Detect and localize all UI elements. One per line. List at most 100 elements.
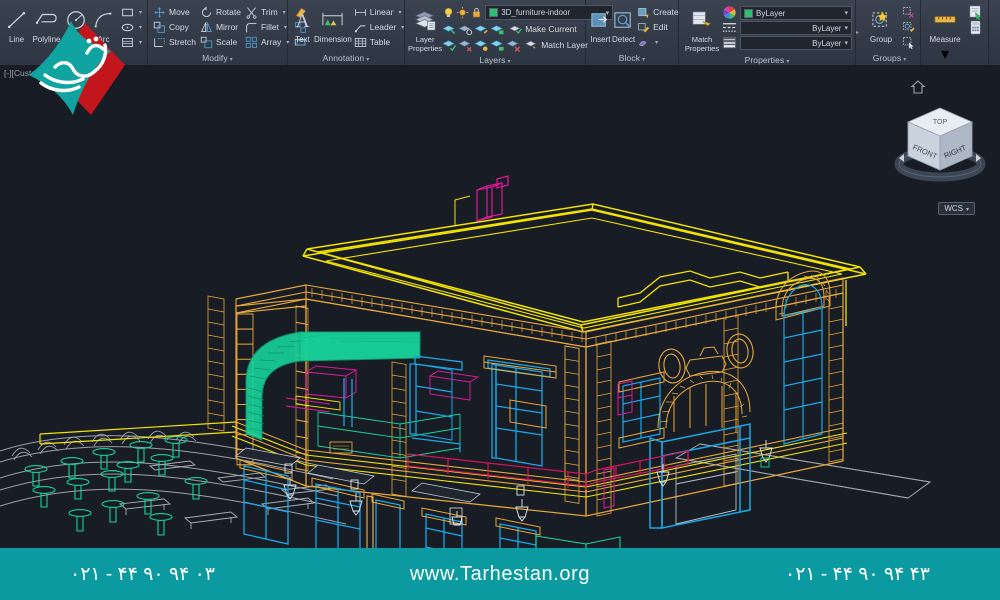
ribbon-panel-block: Insert Detect Create Edit ▾ Block ▾ <box>586 0 679 65</box>
block-editor-icon <box>639 40 647 46</box>
match-layer-icon <box>525 40 537 49</box>
layer-on-icon[interactable] <box>442 37 457 52</box>
layer-isolate-icon[interactable] <box>442 21 457 36</box>
group-select-button[interactable] <box>900 35 917 49</box>
chevron-down-icon[interactable]: ▾ <box>844 24 848 32</box>
object-color-dropdown[interactable]: ByLayer ▾ <box>740 6 852 20</box>
panel-title-block[interactable]: Block ▾ <box>589 51 675 65</box>
ribbon-panel-annotation: A Text Dimension Linear ▾ Leader ▾ Table… <box>288 0 405 65</box>
group-button[interactable]: Group <box>862 4 900 44</box>
layer-lock-icon[interactable] <box>490 21 505 36</box>
freeze-sun-icon[interactable] <box>456 6 469 19</box>
ground-storefronts-left <box>243 465 401 548</box>
scale-icon <box>200 36 213 48</box>
chevron-down-icon[interactable]: ▾ <box>903 57 906 63</box>
text-button[interactable]: A Text <box>291 4 314 44</box>
create-block-button[interactable]: Create <box>635 5 681 19</box>
panel-title-properties[interactable]: Properties ▾ <box>682 53 852 65</box>
panel-title-layers[interactable]: Layers ▾ <box>408 53 582 65</box>
detect-block-button[interactable]: Detect <box>612 4 635 44</box>
move-button[interactable]: Move <box>151 5 198 19</box>
table-button[interactable]: Table <box>352 35 406 49</box>
match-layer-button[interactable]: Match Layer <box>523 38 590 52</box>
insert-block-button[interactable]: Insert <box>589 4 612 44</box>
panel-title-modify[interactable]: Modify ▾ <box>151 51 284 65</box>
layer-state-icons[interactable] <box>442 6 483 19</box>
match-properties-icon <box>690 5 715 35</box>
chevron-down-icon[interactable]: ▾ <box>508 59 511 65</box>
layer-unlock-icon[interactable] <box>490 37 505 52</box>
leader-button[interactable]: Leader ▾ <box>352 20 406 34</box>
linetype-dropdown[interactable]: ByLayer ▾ <box>740 21 852 35</box>
chevron-down-icon[interactable]: ▾ <box>844 9 848 17</box>
copy-button[interactable]: Copy <box>151 20 198 34</box>
mirror-button[interactable]: Mirror <box>198 20 243 34</box>
layer-unisolate-icon[interactable] <box>458 21 473 36</box>
chevron-down-icon[interactable]: ▾ <box>786 59 789 65</box>
chevron-down-icon[interactable]: ▾ <box>366 57 369 63</box>
ribbon-panel-utilities: Measure ▾ Utilities▾ <box>921 0 990 65</box>
make-current-button[interactable]: Make Current <box>507 22 579 36</box>
fillet-icon <box>246 22 257 32</box>
quick-select-button[interactable] <box>966 5 985 20</box>
trim-icon <box>246 6 257 19</box>
linear-dim-dropdown-arrow[interactable]: ▾ <box>398 9 401 16</box>
interior-magenta-right <box>603 380 633 509</box>
quick-calc-icon <box>970 20 981 34</box>
mirror-icon <box>200 21 212 33</box>
rotate-button[interactable]: Rotate <box>198 5 243 19</box>
green-awning <box>245 331 421 441</box>
fillet-dropdown-arrow[interactable]: ▾ <box>284 24 287 31</box>
block-editor-dropdown-arrow[interactable]: ▾ <box>655 39 658 46</box>
layer-off-icon[interactable] <box>458 37 473 52</box>
color-wheel-icon[interactable] <box>722 5 737 20</box>
chevron-down-icon[interactable]: ▾ <box>230 57 233 63</box>
lineweight-icon[interactable] <box>722 35 737 50</box>
measure-button[interactable]: Measure ▾ <box>924 4 966 64</box>
linear-dimension-button[interactable]: Linear ▾ <box>352 5 406 19</box>
rectangle-dropdown-arrow[interactable]: ▾ <box>139 9 142 16</box>
linetype-icon[interactable] <box>722 20 737 35</box>
chevron-down-icon[interactable]: ▾ <box>642 57 645 63</box>
match-properties-button[interactable]: Match Properties <box>682 4 722 53</box>
drawing-canvas[interactable]: [-][Custom View] TOP FRONT RIGHT WCS▾ <box>0 66 1000 548</box>
ellipse-dropdown-arrow[interactable]: ▾ <box>139 24 142 31</box>
copy-icon <box>153 21 165 33</box>
group-edit-button[interactable] <box>900 20 917 34</box>
leader-dropdown-arrow[interactable]: ▾ <box>401 24 404 31</box>
trim-button[interactable]: Trim ▾ <box>243 5 291 19</box>
layer-tools-row1[interactable] <box>442 21 505 36</box>
insert-block-icon <box>589 5 612 35</box>
dimension-button[interactable]: Dimension <box>314 4 352 44</box>
panel-title-groups[interactable]: Groups ▾ <box>862 51 917 65</box>
layer-properties-button[interactable]: Layer Properties <box>408 4 442 53</box>
lineweight-dropdown[interactable]: ByLayer ▾ <box>740 36 852 50</box>
tarhestan-logo <box>29 21 125 115</box>
hatch-dropdown-arrow[interactable]: ▾ <box>139 39 142 46</box>
panel-title-annotation[interactable]: Annotation ▾ <box>291 51 401 65</box>
stretch-button[interactable]: Stretch <box>151 35 198 49</box>
paste-button[interactable]: Paste ▾ <box>992 4 1000 64</box>
panel-title-annotation-text: Annotation <box>322 53 365 63</box>
array-button[interactable]: Array ▾ <box>243 35 291 49</box>
scale-button[interactable]: Scale <box>198 35 243 49</box>
measure-dropdown-arrow[interactable]: ▾ <box>941 44 949 64</box>
lock-icon[interactable] <box>470 6 483 19</box>
make-current-label: Make Current <box>525 23 577 34</box>
ungroup-button[interactable] <box>900 5 917 19</box>
fillet-button[interactable]: Fillet ▾ <box>243 20 291 34</box>
array-label: Array <box>260 37 282 47</box>
footer-website-url[interactable]: www.Tarhestan.org <box>410 563 590 586</box>
layer-tools-row2[interactable] <box>442 37 521 52</box>
chevron-down-icon[interactable]: ▾ <box>844 39 848 47</box>
edit-block-button[interactable]: Edit <box>635 20 681 34</box>
block-editor-button[interactable]: ▾ <box>635 35 681 49</box>
layer-thaw-icon[interactable] <box>474 37 489 52</box>
quick-calc-button[interactable] <box>966 20 985 34</box>
layer-delete-icon[interactable] <box>506 37 521 52</box>
lightbulb-on-icon[interactable] <box>442 6 455 19</box>
group-label: Group <box>869 35 893 44</box>
layer-freeze-icon[interactable] <box>474 21 489 36</box>
right-upper-window-1 <box>622 377 661 443</box>
trim-dropdown-arrow[interactable]: ▾ <box>283 9 286 16</box>
